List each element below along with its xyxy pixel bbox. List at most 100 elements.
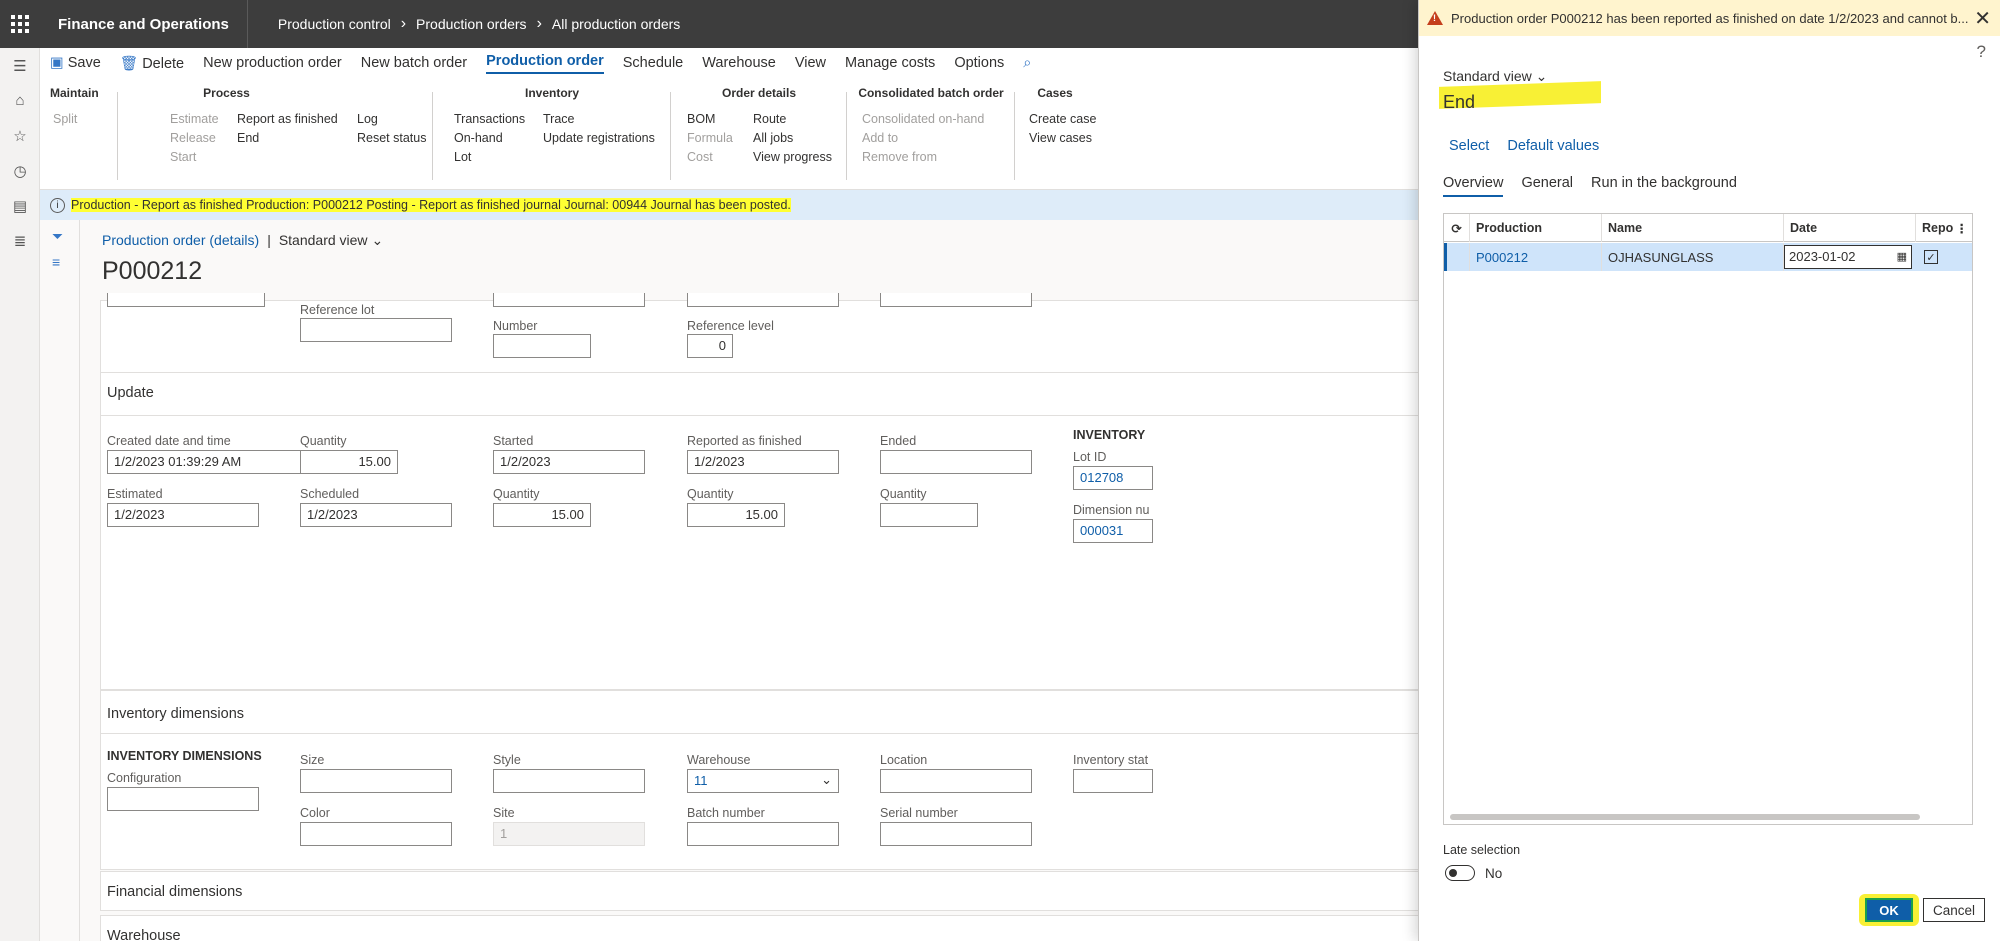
column-header-reported[interactable]: Repo ⋮ (1916, 214, 1972, 242)
update-section-title[interactable]: Update (107, 385, 154, 401)
field-partial-3[interactable] (687, 293, 839, 307)
field-partial-1[interactable] (107, 293, 265, 307)
start-button[interactable]: Start (170, 148, 196, 167)
reference-lot-input[interactable] (300, 318, 452, 342)
table-row[interactable]: P000212 OJHASUNGLASS 2023-01-02 ▦ ✓ (1444, 243, 1972, 271)
inventory-dimensions-section-title[interactable]: Inventory dimensions (107, 706, 244, 722)
production-cell[interactable]: P000212 (1470, 243, 1602, 271)
tab-run-in-background[interactable]: Run in the background (1591, 175, 1737, 197)
configuration-input[interactable] (107, 787, 259, 811)
reported-as-finished-input[interactable]: 1/2/2023 (687, 450, 839, 474)
dialog-view-selector[interactable]: Standard view ⌄ (1443, 68, 1547, 85)
favorites-star-icon[interactable]: ☆ (0, 118, 40, 153)
started-quantity-input[interactable]: 15.00 (493, 503, 591, 527)
tab-general[interactable]: General (1521, 175, 1573, 197)
remove-from-button[interactable]: Remove from (862, 148, 937, 167)
reset-status-button[interactable]: Reset status (357, 129, 426, 148)
report-as-finished-button[interactable]: Report as finished (237, 110, 338, 129)
help-icon[interactable]: ? (1977, 42, 1986, 62)
select-button[interactable]: Select (1449, 138, 1489, 154)
on-hand-button[interactable]: On-hand (454, 129, 503, 148)
route-button[interactable]: Route (753, 110, 786, 129)
column-header-name[interactable]: Name (1602, 214, 1784, 242)
bom-button[interactable]: BOM (687, 110, 715, 129)
trace-button[interactable]: Trace (543, 110, 575, 129)
tab-manage-costs[interactable]: Manage costs (845, 55, 935, 71)
date-input[interactable]: 2023-01-02 ▦ (1784, 245, 1912, 269)
create-case-button[interactable]: Create case (1029, 110, 1096, 129)
tab-overview[interactable]: Overview (1443, 175, 1504, 197)
hamburger-menu-icon[interactable]: ☰ (0, 48, 40, 83)
workspaces-icon[interactable]: ▤ (0, 188, 40, 223)
serial-number-input[interactable] (880, 822, 1032, 846)
delete-button[interactable]: 🗑 Delete (120, 55, 184, 72)
batch-number-input[interactable] (687, 822, 839, 846)
refresh-icon[interactable]: ⟳ (1444, 214, 1470, 242)
ended-input[interactable] (880, 450, 1032, 474)
app-title[interactable]: Finance and Operations (40, 0, 248, 48)
close-icon[interactable]: ✕ (1974, 6, 1991, 31)
view-progress-button[interactable]: View progress (753, 148, 832, 167)
column-header-production[interactable]: Production (1470, 214, 1602, 242)
dimension-number-input[interactable]: 000031 (1073, 519, 1153, 543)
view-selector[interactable]: Standard view ⌄ (279, 232, 383, 248)
view-cases-button[interactable]: View cases (1029, 129, 1092, 148)
update-registrations-button[interactable]: Update registrations (543, 129, 655, 148)
location-input[interactable] (880, 769, 1032, 793)
lot-button[interactable]: Lot (454, 148, 471, 167)
started-input[interactable]: 1/2/2023 (493, 450, 645, 474)
cancel-button[interactable]: Cancel (1923, 898, 1985, 922)
size-input[interactable] (300, 769, 452, 793)
page-breadcrumb[interactable]: Production order (details) (102, 232, 259, 248)
breadcrumb-production-control[interactable]: Production control (278, 16, 391, 32)
financial-dimensions-section-title[interactable]: Financial dimensions (107, 884, 242, 900)
lot-id-input[interactable]: 012708 (1073, 466, 1153, 490)
breadcrumb-production-orders[interactable]: Production orders (416, 16, 527, 32)
formula-button[interactable]: Formula (687, 129, 733, 148)
estimated-input[interactable]: 1/2/2023 (107, 503, 259, 527)
ended-quantity-input[interactable] (880, 503, 978, 527)
reported-quantity-input[interactable]: 15.00 (687, 503, 785, 527)
created-datetime-input[interactable]: 1/2/2023 01:39:29 AM (107, 450, 312, 474)
warehouse-section-title[interactable]: Warehouse (107, 928, 181, 941)
number-input[interactable] (493, 334, 591, 358)
transactions-button[interactable]: Transactions (454, 110, 525, 129)
late-selection-toggle[interactable] (1445, 865, 1475, 881)
cost-button[interactable]: Cost (687, 148, 713, 167)
app-launcher-icon[interactable] (0, 0, 40, 48)
modules-list-icon[interactable]: ≣ (0, 223, 40, 258)
related-info-icon[interactable]: ≡ (52, 254, 60, 270)
new-batch-order-button[interactable]: New batch order (361, 55, 467, 71)
split-button[interactable]: Split (53, 110, 77, 129)
default-values-button[interactable]: Default values (1507, 138, 1599, 154)
style-input[interactable] (493, 769, 645, 793)
field-partial-2[interactable] (493, 293, 645, 307)
log-button[interactable]: Log (357, 110, 378, 129)
color-input[interactable] (300, 822, 452, 846)
inventory-status-input[interactable] (1073, 769, 1153, 793)
add-to-button[interactable]: Add to (862, 129, 898, 148)
tab-production-order[interactable]: Production order (486, 53, 604, 74)
quantity-input[interactable]: 15.00 (300, 450, 398, 474)
field-partial-4[interactable] (880, 293, 1032, 307)
reference-level-input[interactable]: 0 (687, 334, 733, 358)
estimate-button[interactable]: Estimate (170, 110, 219, 129)
tab-view[interactable]: View (795, 55, 826, 71)
warehouse-card[interactable]: Warehouse (100, 915, 1460, 941)
calendar-icon[interactable]: ▦ (1897, 250, 1907, 263)
warehouse-select[interactable]: 11 ⌄ (687, 769, 839, 793)
home-icon[interactable]: ⌂ (0, 83, 40, 118)
breadcrumb-all-production-orders[interactable]: All production orders (552, 16, 680, 32)
save-button[interactable]: ▣ Save (50, 55, 101, 71)
financial-dimensions-card[interactable]: Financial dimensions (100, 871, 1460, 911)
new-production-order-button[interactable]: New production order (203, 55, 342, 71)
end-button[interactable]: End (237, 129, 259, 148)
filter-icon[interactable]: ⏷ (52, 228, 63, 245)
site-input[interactable]: 1 (493, 822, 645, 846)
release-button[interactable]: Release (170, 129, 216, 148)
column-header-date[interactable]: Date (1784, 214, 1916, 242)
row-selector[interactable] (1444, 243, 1470, 271)
consolidated-on-hand-button[interactable]: Consolidated on-hand (862, 110, 984, 129)
recent-clock-icon[interactable]: ◷ (0, 153, 40, 188)
scheduled-input[interactable]: 1/2/2023 (300, 503, 452, 527)
